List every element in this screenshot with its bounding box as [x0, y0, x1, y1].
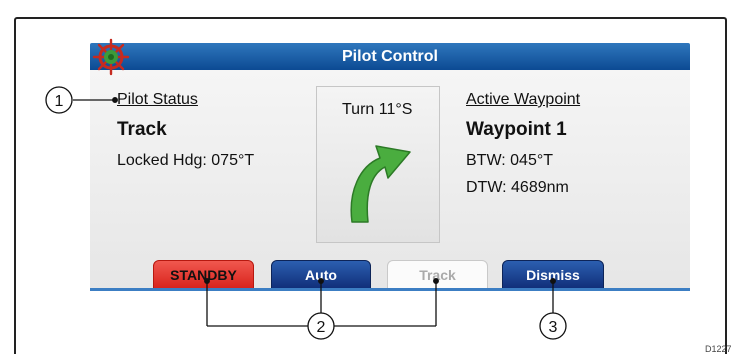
dismiss-button[interactable]: Dismiss — [502, 260, 604, 289]
softkey-bar-line — [90, 288, 690, 291]
locked-heading-value: Locked Hdg: 075°T — [117, 152, 255, 169]
bearing-to-waypoint: BTW: 045°T — [466, 152, 554, 169]
standby-button[interactable]: STANDBY — [153, 260, 254, 289]
pilot-status-mode: Track — [117, 119, 167, 140]
active-waypoint-name: Waypoint 1 — [466, 119, 567, 140]
dialog-title: Pilot Control — [342, 48, 438, 65]
auto-button[interactable]: Auto — [271, 260, 371, 289]
curved-turn-arrow-icon — [350, 145, 411, 223]
pilot-status-label: Pilot Status — [117, 91, 198, 108]
distance-to-waypoint: DTW: 4689nm — [466, 179, 569, 196]
helm-wheel-icon — [92, 38, 130, 76]
track-button[interactable]: Track — [387, 260, 488, 289]
drawing-id: D12279-1 — [705, 344, 731, 354]
turn-indicator-label: Turn 11°S — [342, 101, 413, 118]
active-waypoint-label: Active Waypoint — [466, 91, 581, 108]
